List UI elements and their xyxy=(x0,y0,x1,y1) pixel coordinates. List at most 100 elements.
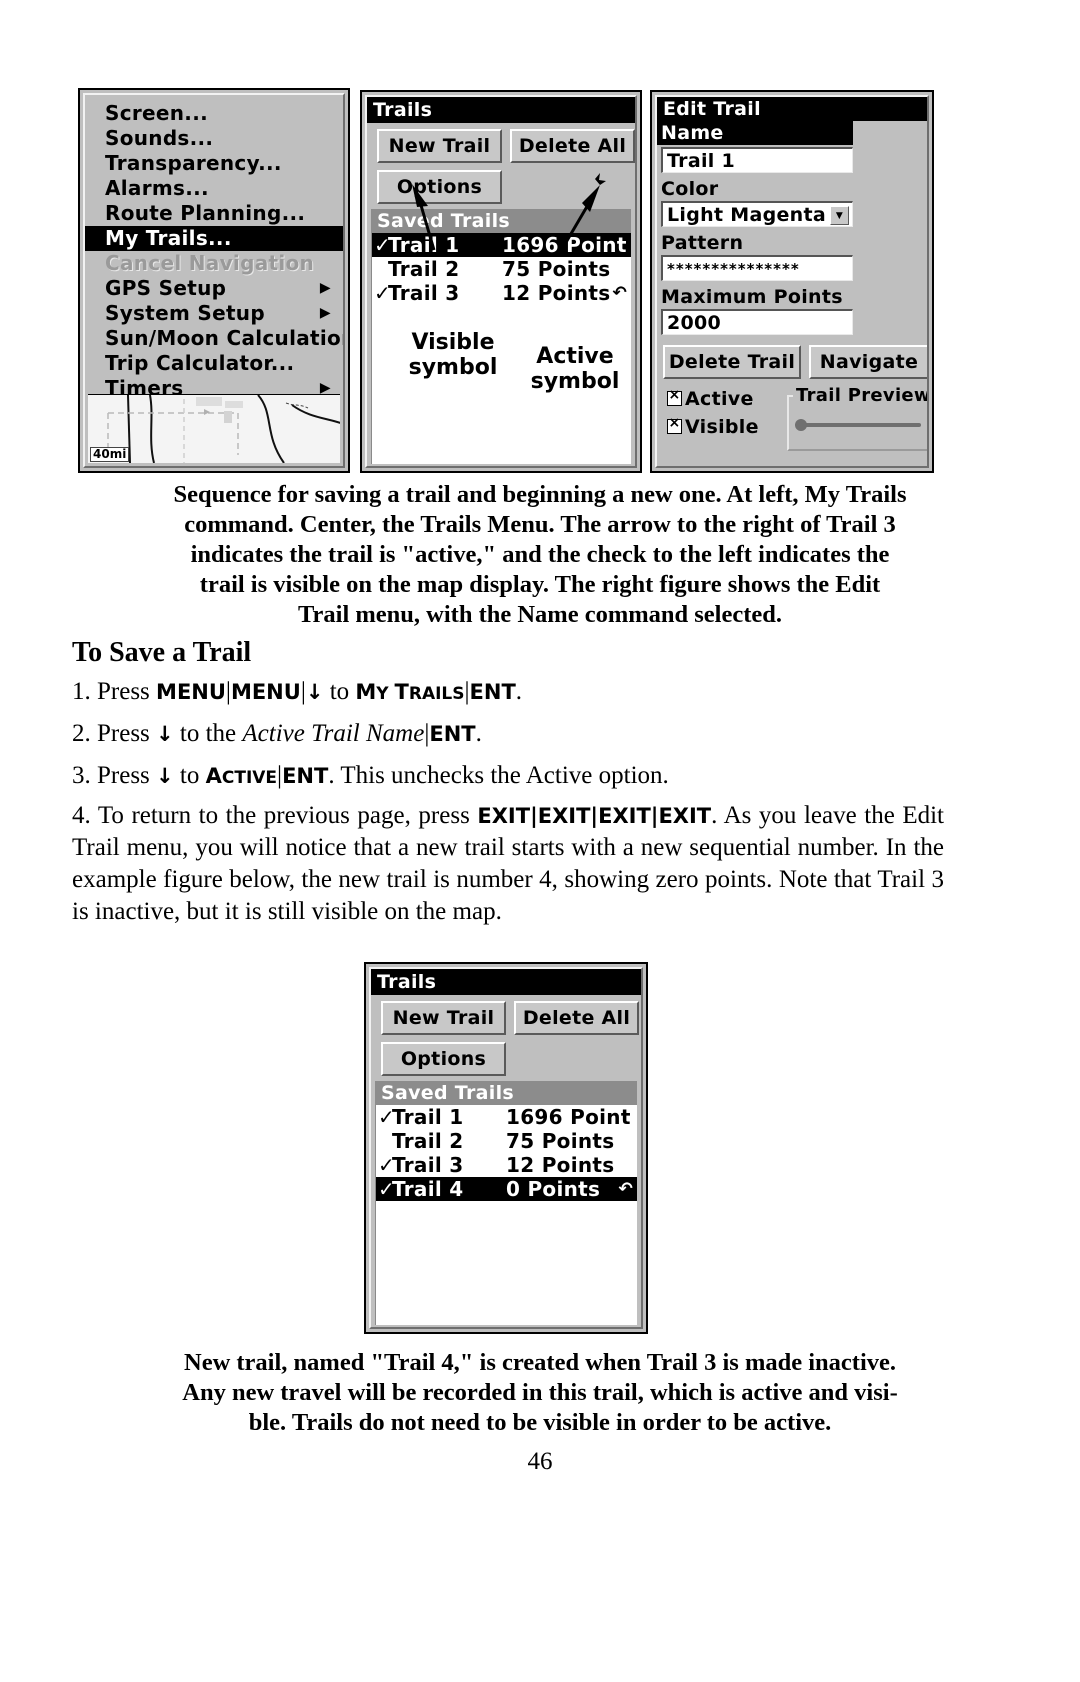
key-menu: MENU xyxy=(230,680,301,704)
menu-item-my-trails[interactable]: My Trails... xyxy=(85,226,343,251)
menu-item-cancel-navigation: Cancel Navigation xyxy=(85,251,343,276)
caption-line: Any new travel will be recorded in this … xyxy=(182,1379,898,1406)
menu-item-route-planning[interactable]: Route Planning... xyxy=(85,201,343,226)
menu-item-transparency[interactable]: Transparency... xyxy=(85,151,343,176)
checkbox-icon xyxy=(667,416,682,434)
key-exit: EXIT xyxy=(658,804,712,828)
trail-name: Trail 1 xyxy=(388,233,460,257)
trail-preview-handle[interactable] xyxy=(795,419,807,431)
trail-points: 12 Points xyxy=(502,281,611,305)
key-ent: ENT xyxy=(429,722,476,746)
submenu-arrow-icon: ▶ xyxy=(319,280,331,296)
menu-item-label: My Trails... xyxy=(105,226,232,250)
trails-menu-screen-bottom: Trails New Trail Delete All Options Save… xyxy=(369,967,643,1329)
step-text: Press xyxy=(97,762,157,789)
figure-edit-trail: Edit Trail Name Trail 1 Color Light Mage… xyxy=(650,90,934,473)
caption-top: Sequence for saving a trail and beginnin… xyxy=(62,480,1018,630)
trail-points: 75 Points xyxy=(506,1129,615,1153)
callout-line: Active xyxy=(536,344,614,369)
smallcaps-cap: T xyxy=(394,680,409,704)
trail-points: 12 Points xyxy=(506,1153,615,1177)
active-trail-icon: ↶ xyxy=(618,1179,633,1199)
page-number: 46 xyxy=(527,1448,553,1475)
trail-name: Trail 3 xyxy=(388,281,460,305)
saved-trails-list-bottom[interactable]: ✓ Trail 1 1696 Point Trail 2 75 Points ✓… xyxy=(375,1105,637,1325)
options-button-bottom[interactable]: Options xyxy=(381,1042,506,1076)
color-field-value[interactable]: Light Magenta ▼ xyxy=(661,201,853,227)
smallcaps-rest: RAILS xyxy=(408,684,465,704)
step-number: 4. xyxy=(72,802,91,829)
step-text: to xyxy=(173,762,206,789)
delete-trail-button[interactable]: Delete Trail xyxy=(663,345,801,379)
caption-line: Trail menu, with the Name command select… xyxy=(297,601,783,628)
chevron-down-icon[interactable]: ▼ xyxy=(830,206,849,225)
visible-checkbox[interactable]: Visible xyxy=(667,415,759,440)
color-value-text: Light Magenta xyxy=(667,204,826,226)
navigate-button[interactable]: Navigate xyxy=(809,345,927,379)
key-ent: ENT xyxy=(282,764,329,788)
menu-item-label: Screen... xyxy=(105,101,208,125)
smallcaps-cap: M xyxy=(355,680,377,704)
menu-item-gps-setup[interactable]: GPS Setup ▶ xyxy=(85,276,343,301)
table-row[interactable]: ✓ Trail 1 1696 Point xyxy=(372,233,631,257)
callout-line: symbol xyxy=(530,369,620,394)
caption-line: trail is visible on the map display. The… xyxy=(199,571,881,598)
trail-points: 1696 Point xyxy=(506,1105,631,1129)
menu-item-alarms[interactable]: Alarms... xyxy=(85,176,343,201)
my-trails-menu-list[interactable]: Screen... Sounds... Transparency... Alar… xyxy=(85,101,343,426)
new-trail-button-bottom[interactable]: New Trail xyxy=(381,1001,506,1035)
visible-checkbox-label: Visible xyxy=(685,416,759,438)
caption-line: indicates the trail is "active," and the… xyxy=(190,541,890,568)
menu-item-label: Sounds... xyxy=(105,126,214,150)
trail-name: Trail 3 xyxy=(392,1153,464,1177)
table-row[interactable]: ✓ Trail 3 12 Points xyxy=(376,1153,637,1177)
menu-item-system-setup[interactable]: System Setup ▶ xyxy=(85,301,343,326)
map-scale-label: 40mi xyxy=(90,447,130,462)
maximum-points-field-label[interactable]: Maximum Points xyxy=(657,285,861,309)
name-field-value[interactable]: Trail 1 xyxy=(661,147,853,173)
menu-item-label: Cancel Navigation xyxy=(105,251,315,275)
step-text: Press xyxy=(97,720,157,747)
caption-line: Sequence for saving a trail and beginnin… xyxy=(173,481,907,508)
figure-trails-menu-new-trail: Trails New Trail Delete All Options Save… xyxy=(364,962,648,1334)
checkbox-icon xyxy=(667,388,682,406)
table-row[interactable]: ✓ Trail 1 1696 Point xyxy=(376,1105,637,1129)
color-field-label[interactable]: Color xyxy=(657,177,853,201)
menu-item-label: Trip Calculator... xyxy=(105,351,295,375)
smallcaps-rest: Y xyxy=(376,684,395,704)
caption-line: ble. Trails do not need to be visible in… xyxy=(248,1409,832,1436)
active-checkbox-label: Active xyxy=(685,388,754,410)
menu-item-screen[interactable]: Screen... xyxy=(85,101,343,126)
active-symbol-callout: Active symbol xyxy=(510,344,640,394)
table-row[interactable]: ✓ Trail 4 0 Points ↶ xyxy=(376,1177,637,1201)
callout-line: symbol xyxy=(408,355,498,380)
pattern-field-value[interactable]: *************** xyxy=(661,255,853,281)
menu-item-sounds[interactable]: Sounds... xyxy=(85,126,343,151)
step-text: to xyxy=(323,678,356,705)
name-field-label[interactable]: Name xyxy=(657,121,853,145)
step-2: 2. Press ↓ to the Active Trail Name|ENT. xyxy=(72,718,972,750)
menu-item-label: Sun/Moon Calculations... xyxy=(105,326,343,350)
map-preview-strip: 40mi xyxy=(88,394,340,463)
table-row[interactable]: Trail 2 75 Points xyxy=(372,257,631,281)
active-checkbox[interactable]: Active xyxy=(667,387,754,412)
trail-points: 0 Points xyxy=(506,1177,601,1201)
options-button[interactable]: Options xyxy=(377,170,502,204)
table-row[interactable]: Trail 2 75 Points xyxy=(376,1129,637,1153)
new-trail-button[interactable]: New Trail xyxy=(377,129,502,163)
menu-item-label: Route Planning... xyxy=(105,201,306,225)
callout-line: Visible xyxy=(411,330,495,355)
delete-all-button-bottom[interactable]: Delete All xyxy=(514,1001,639,1035)
pattern-field-label[interactable]: Pattern xyxy=(657,231,853,255)
key-menu: MENU xyxy=(156,680,226,704)
step-number: 1. xyxy=(72,678,91,705)
menu-item-sun-moon-calculations[interactable]: Sun/Moon Calculations... xyxy=(85,326,343,351)
trail-points: 75 Points xyxy=(502,257,611,281)
trails-title-bar: Trails xyxy=(367,97,635,123)
delete-all-button[interactable]: Delete All xyxy=(510,129,635,163)
menu-item-label: Alarms... xyxy=(105,176,209,200)
menu-item-trip-calculator[interactable]: Trip Calculator... xyxy=(85,351,343,376)
maximum-points-field-value[interactable]: 2000 xyxy=(661,309,853,335)
edit-trail-title-bar: Edit Trail xyxy=(657,97,927,121)
table-row[interactable]: ✓ Trail 3 12 Points ↶ xyxy=(372,281,631,305)
